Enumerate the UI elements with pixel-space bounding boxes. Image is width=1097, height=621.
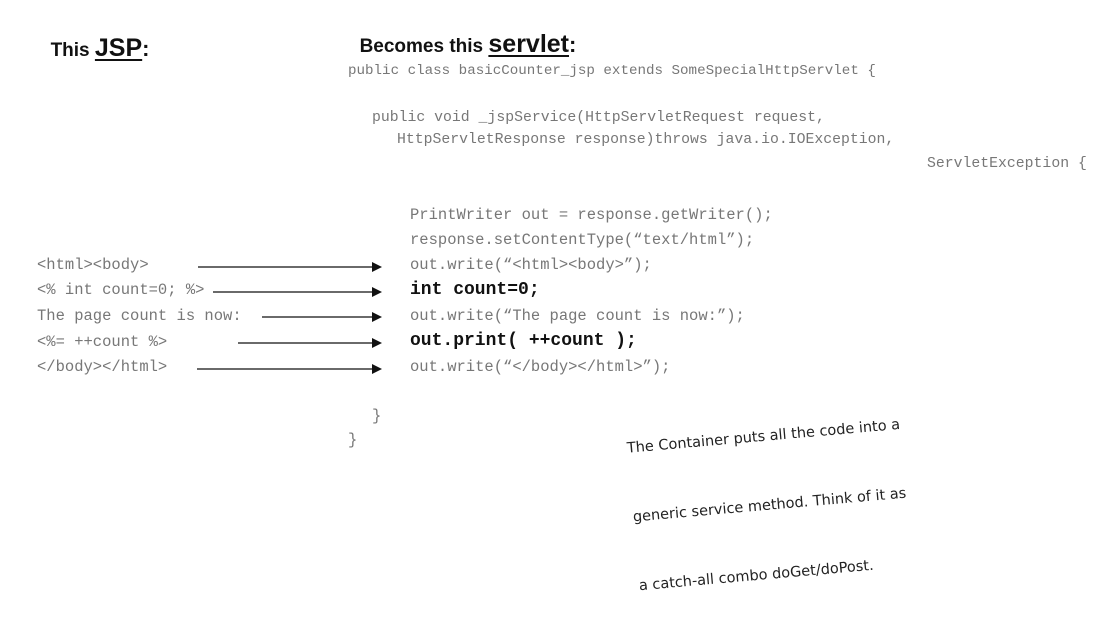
arrow-html-open-head <box>372 262 382 272</box>
note-line-3: a catch-all combo doGet/doPost. <box>638 557 875 595</box>
arrow-expression-head <box>372 338 382 348</box>
mapping-arrows <box>197 262 382 374</box>
note-line-2: generic service method. Think of it as <box>632 485 907 526</box>
arrow-template-text-head <box>372 312 382 322</box>
arrow-scriptlet-head <box>372 287 382 297</box>
arrow-html-close-head <box>372 364 382 374</box>
handwritten-note: The Container puts all the code into a g… <box>622 368 915 621</box>
note-line-1: The Container puts all the code into a <box>626 416 901 457</box>
